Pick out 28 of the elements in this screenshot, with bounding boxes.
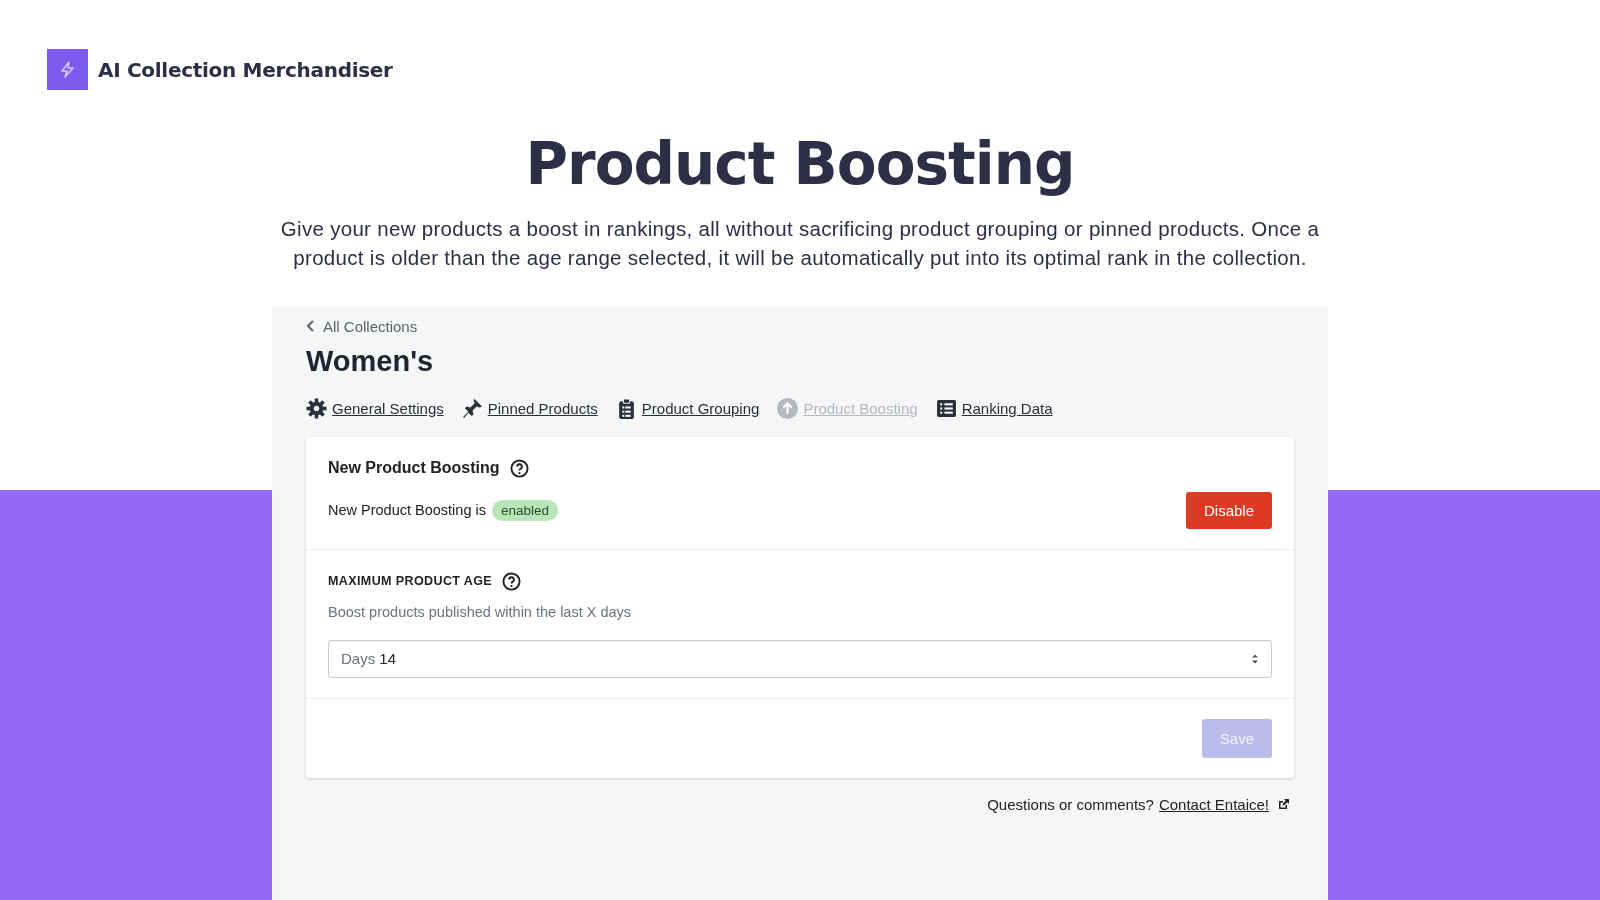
app-name: AI Collection Merchandiser: [98, 57, 393, 82]
lightning-logo-icon: [47, 49, 88, 90]
gear-icon: [306, 397, 327, 419]
field-label: MAXIMUM PRODUCT AGE: [328, 574, 493, 589]
card-title: New Product Boosting: [328, 459, 500, 478]
status-badge: enabled: [491, 499, 559, 521]
disable-button[interactable]: Disable: [1185, 491, 1272, 529]
hero-description: Give your new products a boost in rankings, all without sacrificing product grouping or pinned products. Once a product is older than the age range selected, it will be automatically put into its optimal rank in the collection.: [279, 215, 1321, 271]
collection-title: Women's: [306, 344, 435, 378]
hero-title: Product Boosting: [525, 130, 1075, 200]
list-icon: [935, 397, 957, 419]
external-link-icon: [1278, 798, 1290, 811]
days-select[interactable]: Days 14: [328, 639, 1272, 678]
nav-tab[interactable]: Ranking Data: [935, 397, 1053, 419]
field-hint: Boost products published within the last X days: [328, 603, 633, 620]
chevron-left-icon: [306, 319, 316, 334]
status-text: New Product Boosting is: [328, 502, 486, 519]
nav-tab[interactable]: Product Grouping: [615, 397, 760, 419]
contact-link[interactable]: Contact Entaice!: [1158, 795, 1269, 813]
footer-text: Questions or comments?: [987, 795, 1154, 813]
arrow-up-circle-icon: [777, 397, 799, 419]
updown-caret-icon: [1251, 652, 1259, 665]
pushpin-icon: [461, 397, 483, 419]
nav-tab[interactable]: Pinned Products: [461, 397, 598, 419]
help-icon[interactable]: [509, 458, 529, 478]
nav-tab[interactable]: General Settings: [306, 397, 444, 419]
help-icon[interactable]: [502, 571, 522, 591]
back-link[interactable]: All Collections: [306, 317, 418, 335]
